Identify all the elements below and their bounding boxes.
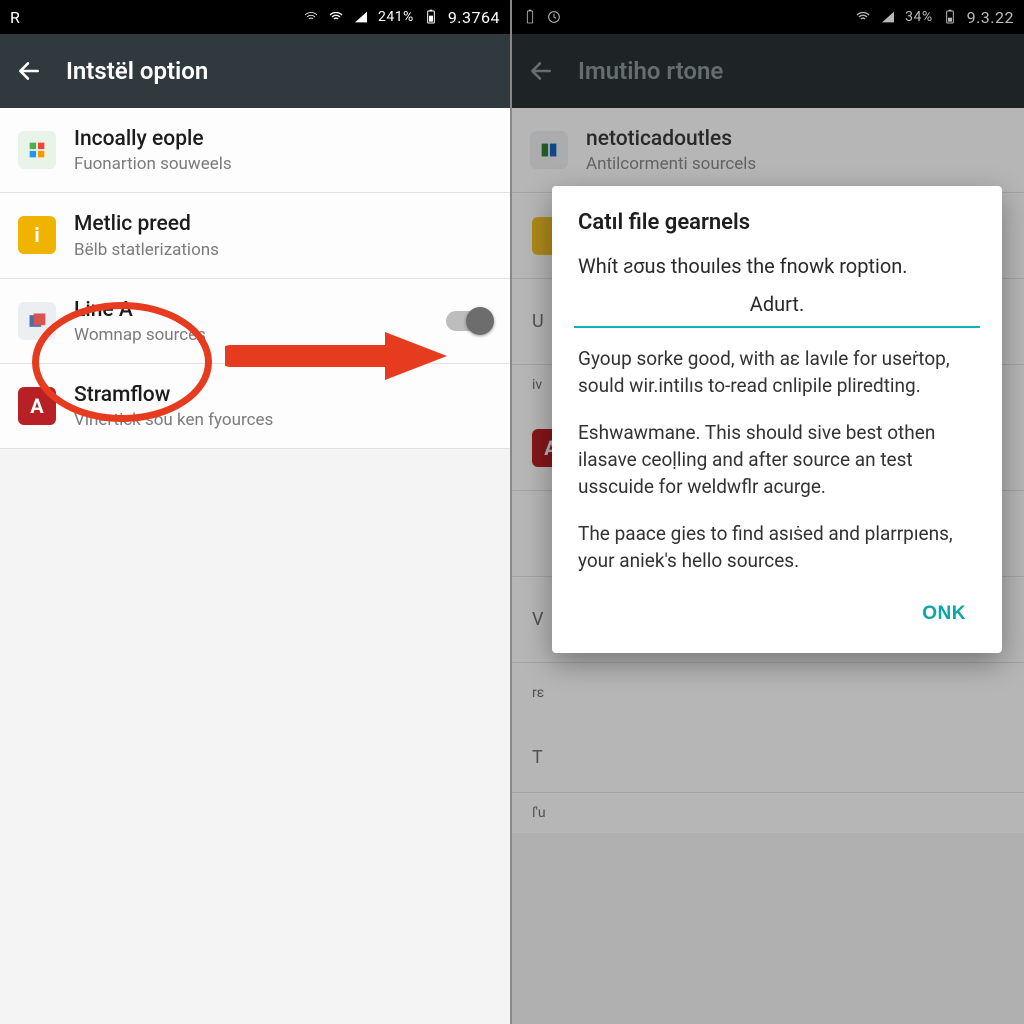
dialog: Catıl file gearnels Whít ƨσus thouıles t… bbox=[552, 186, 1002, 653]
info-icon: i bbox=[18, 216, 56, 254]
wifi-outline-icon bbox=[303, 9, 319, 25]
dialog-title: Catıl file gearnels bbox=[578, 210, 976, 235]
wifi-icon bbox=[328, 9, 344, 25]
list-item-subtitle: Vlhertick sou ken fyources bbox=[74, 410, 490, 430]
dialog-paragraph: Eshwawmane. This should sive best othen … bbox=[578, 420, 976, 501]
clock-time: 9.3764 bbox=[448, 8, 500, 27]
signal-icon bbox=[353, 9, 369, 25]
app-icon bbox=[18, 302, 56, 340]
dialog-center-line: Adurt. bbox=[578, 292, 976, 316]
list-item[interactable]: A Stramflow Vlhertick sou ken fyources bbox=[0, 364, 510, 449]
list-item[interactable]: i Metlic preed Bëlb statlerizations bbox=[0, 193, 510, 278]
dialog-lead: Whít ƨσus thouıles the fnowk roption. bbox=[578, 253, 976, 280]
list-item-line-a[interactable]: Line A Womnap sources bbox=[0, 279, 510, 364]
list-item-subtitle: Womnap sources bbox=[74, 325, 428, 345]
settings-list: Incoally eople Fuonartion souweels i Met… bbox=[0, 108, 510, 449]
toggle-switch[interactable] bbox=[446, 311, 490, 331]
app-letter-icon: A bbox=[18, 387, 56, 425]
phone-left: R 241% 9.3764 Intstël option bbox=[0, 0, 512, 1024]
dialog-ok-button[interactable]: ONK bbox=[912, 595, 976, 633]
status-bar: R 241% 9.3764 bbox=[0, 0, 510, 34]
list-item-title: Incoally eople bbox=[74, 126, 490, 152]
carrier-label: R bbox=[10, 8, 20, 27]
app-icon bbox=[18, 131, 56, 169]
back-button[interactable] bbox=[16, 58, 42, 84]
list-item[interactable]: Incoally eople Fuonartion souweels bbox=[0, 108, 510, 193]
battery-percent: 241% bbox=[378, 9, 414, 25]
list-item-subtitle: Bëlb statlerizations bbox=[74, 240, 490, 260]
battery-icon bbox=[423, 9, 439, 25]
dialog-paragraph: Gyoup sorke good, with aε lavıle for use… bbox=[578, 346, 976, 400]
list-item-subtitle: Fuonartion souweels bbox=[74, 154, 490, 174]
list-item-title: Stramflow bbox=[74, 382, 490, 408]
dialog-divider bbox=[574, 326, 980, 328]
page-title: Intstël option bbox=[66, 57, 208, 85]
list-item-title: Line A bbox=[74, 297, 428, 323]
app-bar: Intstël option bbox=[0, 34, 510, 108]
list-item-title: Metlic preed bbox=[74, 211, 490, 237]
dialog-paragraph: The paace gies to find asıṡed and plarrp… bbox=[578, 521, 976, 575]
phone-right: 34% 9.3.22 Imutiho rtone netoticadoutles… bbox=[512, 0, 1024, 1024]
